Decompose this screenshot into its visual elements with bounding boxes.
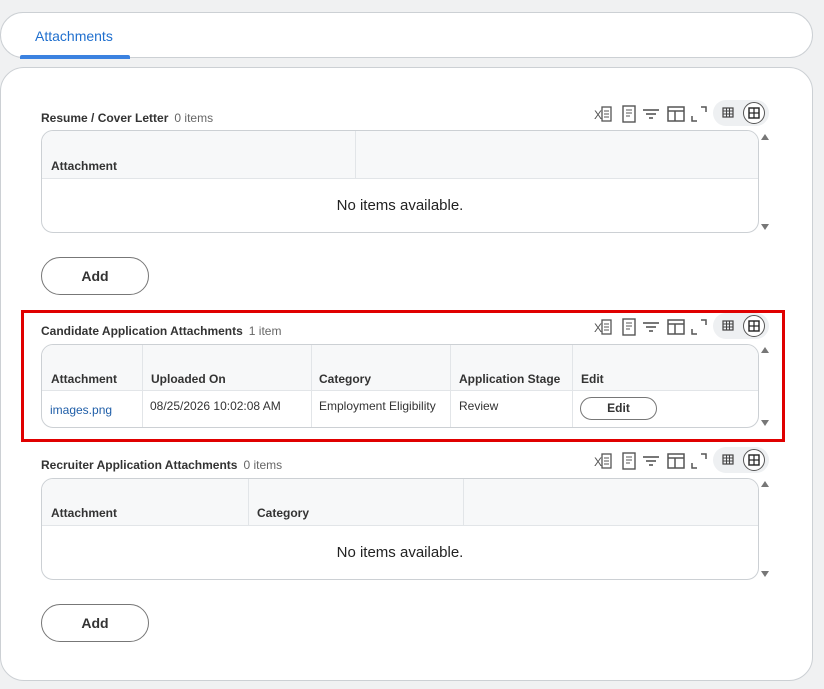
export-pdf-icon[interactable] — [619, 451, 639, 471]
tab-attachments[interactable]: Attachments — [20, 13, 130, 59]
table-view-icon[interactable] — [717, 449, 739, 471]
grid-view-icon[interactable] — [743, 102, 765, 124]
empty-message: No items available. — [336, 197, 464, 214]
section-title: Recruiter Application Attachments 0 items — [41, 458, 282, 472]
column-header[interactable]: Category — [257, 506, 309, 520]
column-divider — [355, 131, 356, 179]
export-pdf-icon[interactable] — [619, 104, 639, 124]
section-title-text: Resume / Cover Letter — [41, 111, 169, 125]
column-divider — [248, 479, 249, 526]
scroll-up-icon[interactable] — [761, 134, 769, 140]
section-title: Resume / Cover Letter 0 items — [41, 111, 213, 125]
svg-text:X: X — [594, 108, 602, 122]
tab-bar: Attachments — [0, 12, 813, 59]
item-count: 0 items — [174, 111, 214, 125]
grid-header: Attachment Category — [42, 479, 758, 526]
grid-header: Attachment — [42, 131, 758, 179]
scroll-down-icon[interactable] — [761, 224, 769, 230]
scroll-down-icon[interactable] — [761, 571, 769, 577]
column-chooser-icon[interactable] — [666, 104, 686, 124]
active-tab-indicator — [20, 55, 130, 59]
table-view-icon[interactable] — [717, 102, 739, 124]
column-divider — [463, 479, 464, 526]
scroll-up-icon[interactable] — [761, 481, 769, 487]
filter-icon[interactable] — [641, 451, 661, 471]
grid-view-icon[interactable] — [743, 449, 765, 471]
resume-grid: Attachment No items available. — [41, 130, 759, 233]
export-excel-icon[interactable]: X — [593, 451, 613, 471]
add-button[interactable]: Add — [41, 257, 149, 295]
add-button[interactable]: Add — [41, 604, 149, 642]
empty-message: No items available. — [336, 544, 464, 561]
column-header[interactable]: Attachment — [51, 506, 117, 520]
view-toggle — [713, 447, 769, 473]
svg-text:X: X — [594, 455, 602, 469]
tab-attachments-label: Attachments — [35, 28, 113, 44]
filter-icon[interactable] — [641, 104, 661, 124]
item-count: 0 items — [243, 458, 283, 472]
section-title-text: Recruiter Application Attachments — [41, 458, 238, 472]
column-header[interactable]: Attachment — [51, 159, 117, 173]
highlight-box — [21, 310, 785, 442]
recruiter-grid: Attachment Category No items available. — [41, 478, 759, 580]
export-excel-icon[interactable]: X — [593, 104, 613, 124]
fullscreen-icon[interactable] — [689, 451, 709, 471]
column-chooser-icon[interactable] — [666, 451, 686, 471]
fullscreen-icon[interactable] — [689, 104, 709, 124]
view-toggle — [713, 100, 769, 126]
